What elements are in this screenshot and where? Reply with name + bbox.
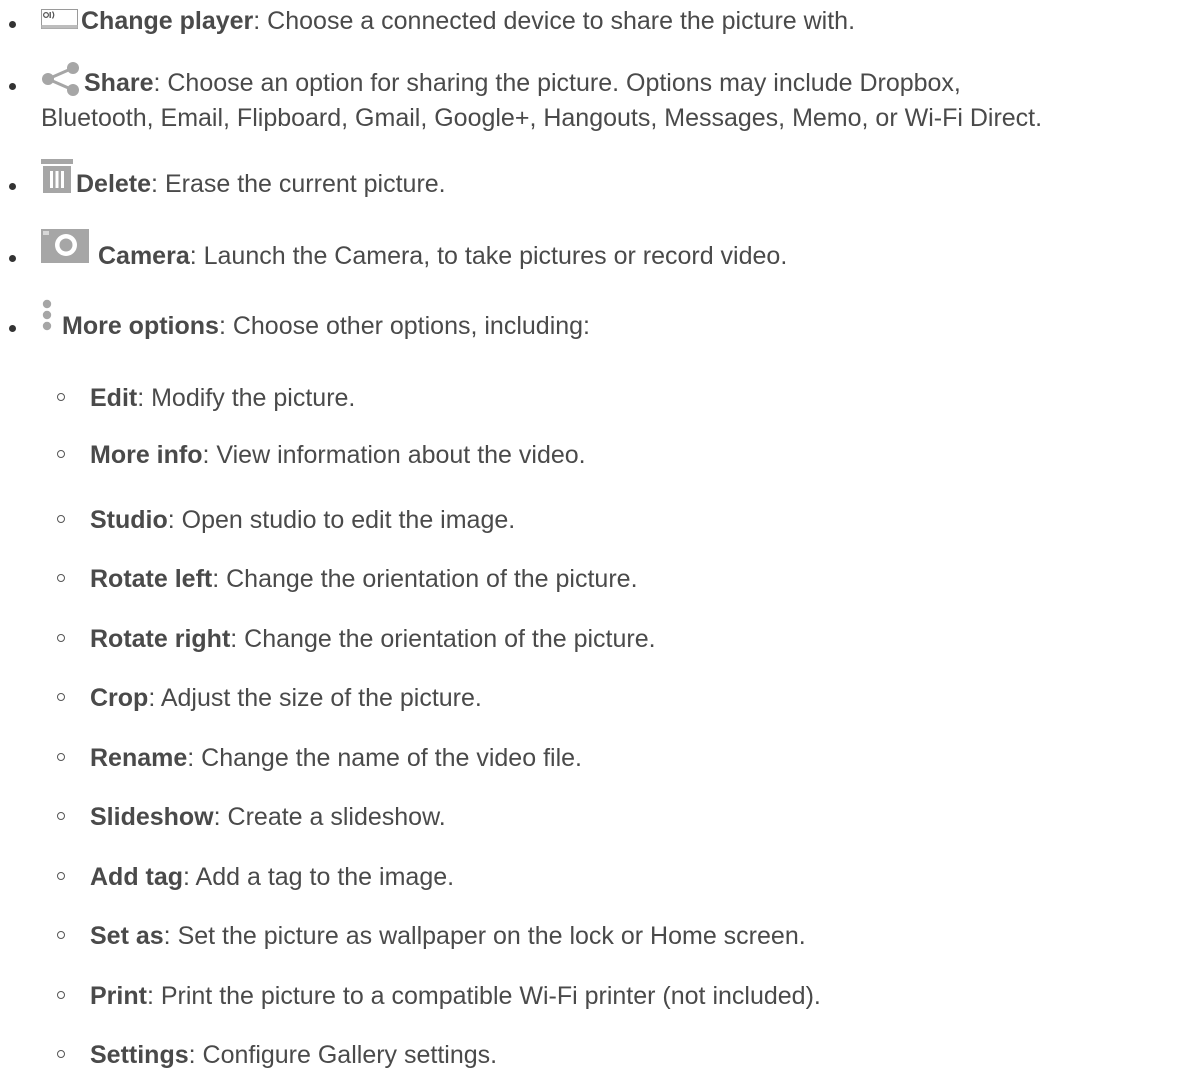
bullet-circle — [57, 812, 65, 820]
bullet-circle — [57, 991, 65, 999]
item-description: : Modify the picture. — [137, 384, 356, 412]
bullet-circle — [57, 872, 65, 880]
item-term: Settings — [90, 1041, 189, 1069]
sub-list-item-add-tag: Add tag: Add a tag to the image. — [57, 862, 455, 892]
list-item-share: Share: Choose an option for sharing the … — [0, 62, 1183, 134]
sub-list-item-studio: Studio: Open studio to edit the image. — [57, 505, 516, 535]
bullet — [9, 21, 16, 28]
item-description: : Choose an option for sharing the pictu… — [153, 69, 961, 97]
more-options-icon — [41, 299, 53, 340]
sub-list-item-rename: Rename: Change the name of the video fil… — [57, 743, 582, 773]
list-item-delete: Delete: Erase the current picture. — [0, 157, 1183, 199]
bullet-circle — [57, 574, 65, 582]
item-description: : Create a slideshow. — [213, 803, 446, 831]
item-term: Crop — [90, 684, 149, 712]
bullet-circle — [57, 515, 65, 523]
item-description-continued: Bluetooth, Email, Flipboard, Gmail, Goog… — [41, 104, 1043, 132]
item-description: : Change the orientation of the picture. — [212, 565, 638, 593]
item-term: Studio — [90, 506, 168, 534]
item-term: Rotate left — [90, 565, 213, 593]
item-term: Edit — [90, 384, 138, 412]
sub-list-item-slideshow: Slideshow: Create a slideshow. — [57, 802, 446, 832]
item-term: Add tag — [90, 863, 184, 891]
item-term: Camera — [98, 242, 190, 270]
bullet — [9, 255, 16, 262]
item-description: : Change the orientation of the picture. — [230, 625, 656, 653]
item-term: Change player — [81, 7, 254, 35]
bullet — [9, 325, 16, 332]
bullet-circle — [57, 1050, 65, 1058]
sub-list-item-print: Print: Print the picture to a compatible… — [57, 981, 821, 1011]
top-level-list: Change player: Choose a connected device… — [0, 0, 1183, 343]
sub-list-item-settings: Settings: Configure Gallery settings. — [57, 1040, 498, 1070]
item-description: : Add a tag to the image. — [183, 863, 455, 891]
bullet-circle — [57, 693, 65, 701]
bullet-circle — [57, 634, 65, 642]
bullet — [9, 83, 16, 90]
item-term: More info — [90, 441, 203, 469]
bullet-circle — [57, 450, 65, 458]
item-description: : Set the picture as wallpaper on the lo… — [163, 922, 806, 950]
item-term: Delete — [76, 170, 152, 198]
list-item-more-options: More options: Choose other options, incl… — [0, 293, 1183, 343]
item-description: : Configure Gallery settings. — [188, 1041, 498, 1069]
item-description: : Erase the current picture. — [151, 170, 446, 198]
list-item-change-player: Change player: Choose a connected device… — [0, 0, 1183, 38]
list-item-camera: Camera: Launch the Camera, to take pictu… — [0, 223, 1183, 277]
item-term: More options — [62, 312, 219, 340]
item-term: Slideshow — [90, 803, 214, 831]
item-description: : Open studio to edit the image. — [167, 506, 516, 534]
item-term: Share — [84, 69, 154, 97]
item-description: : Change the name of the video file. — [187, 744, 582, 772]
bullet — [9, 183, 16, 190]
camera-icon — [41, 229, 89, 270]
item-term: Print — [90, 982, 147, 1010]
bullet-circle — [57, 393, 65, 401]
item-description: : Launch the Camera, to take pictures or… — [189, 242, 788, 270]
trash-icon — [41, 159, 73, 200]
item-term: Rename — [90, 744, 188, 772]
item-description: : Adjust the size of the picture. — [148, 684, 482, 712]
sub-list-item-set-as: Set as: Set the picture as wallpaper on … — [57, 921, 806, 951]
bullet-circle — [57, 931, 65, 939]
sub-list-item-crop: Crop: Adjust the size of the picture. — [57, 683, 482, 713]
sub-list-item-rotate-left: Rotate left: Change the orientation of t… — [57, 564, 638, 594]
share-icon — [41, 62, 81, 103]
sub-list-item-rotate-right: Rotate right: Change the orientation of … — [57, 624, 656, 654]
bullet-circle — [57, 753, 65, 761]
item-description: : Choose a connected device to share the… — [253, 7, 856, 35]
change-player-icon — [41, 6, 78, 36]
item-description: : Print the picture to a compatible Wi-F… — [146, 982, 821, 1010]
item-description: : Choose other options, including: — [218, 312, 591, 340]
item-term: Set as — [90, 922, 164, 950]
sub-list-item-more-info: More info: View information about the vi… — [57, 440, 586, 470]
item-term: Rotate right — [90, 625, 231, 653]
sub-list-item-edit: Edit: Modify the picture. — [57, 383, 356, 413]
item-description: : View information about the video. — [202, 441, 586, 469]
